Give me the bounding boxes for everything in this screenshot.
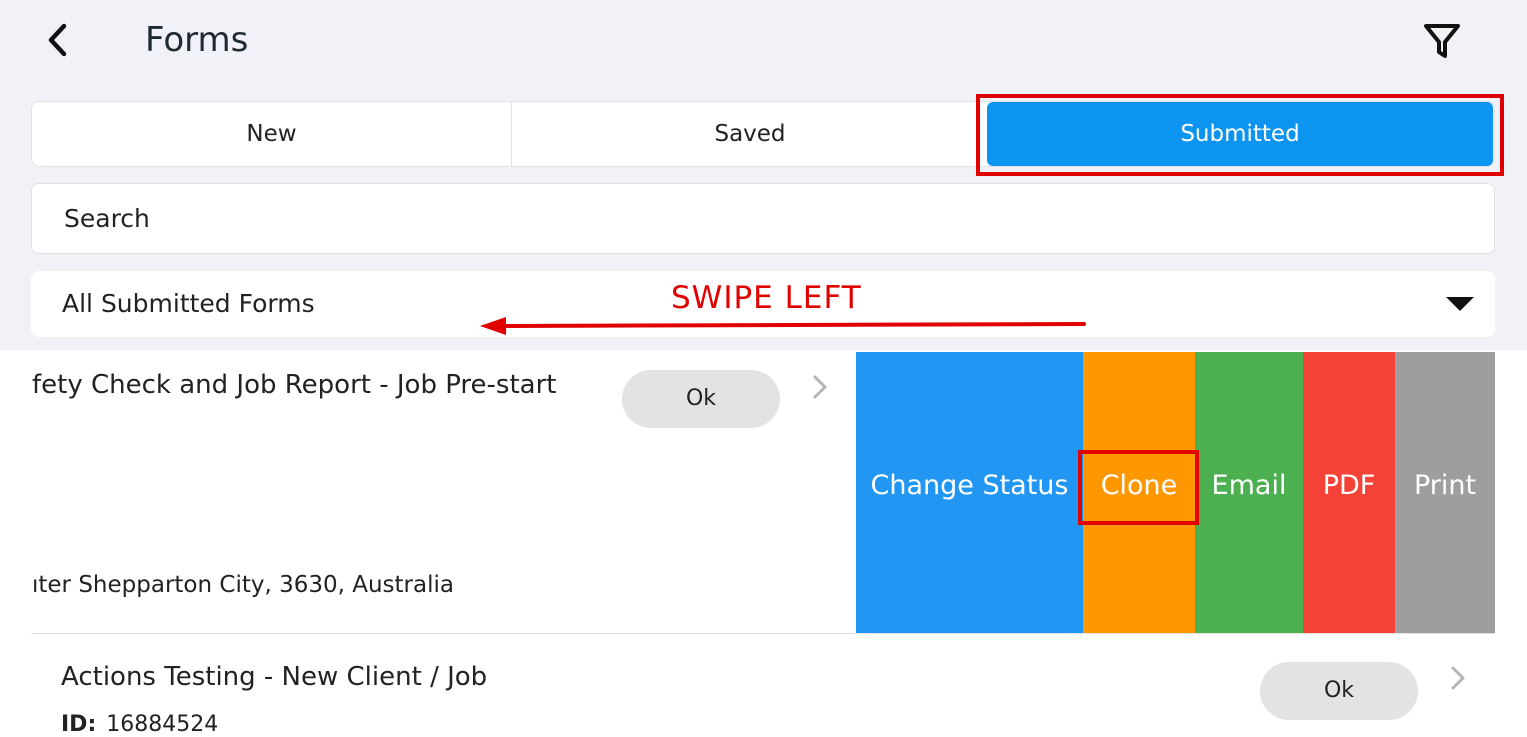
filter-icon[interactable]	[1420, 18, 1464, 62]
form-title: Actions Testing - New Client / Job	[61, 662, 488, 692]
form-title: fety Check and Job Report - Job Pre-star…	[32, 370, 557, 400]
chevron-right-icon	[813, 375, 827, 399]
pdf-button[interactable]: PDF	[1303, 352, 1395, 633]
tab-new[interactable]: New	[32, 102, 512, 166]
clone-button[interactable]: Clone	[1083, 352, 1195, 633]
search-input[interactable]: Search	[31, 183, 1495, 254]
segmented-tabs: New Saved Submitted	[31, 101, 1495, 167]
status-badge: Ok	[1260, 662, 1418, 720]
tab-submitted[interactable]: Submitted	[987, 102, 1493, 166]
chevron-left-icon[interactable]	[40, 18, 80, 62]
email-button[interactable]: Email	[1195, 352, 1303, 633]
id-label: ID:	[61, 712, 97, 737]
arrow-left-icon	[480, 317, 1086, 335]
caret-down-icon	[1446, 297, 1474, 311]
tab-saved[interactable]: Saved	[511, 102, 989, 166]
row-divider	[31, 633, 1495, 634]
dropdown-selected-value: All Submitted Forms	[62, 289, 315, 318]
form-address: ıter Shepparton City, 3630, Australia	[32, 572, 454, 598]
change-status-button[interactable]: Change Status	[856, 352, 1083, 633]
status-badge: Ok	[622, 370, 780, 428]
print-button[interactable]: Print	[1395, 352, 1495, 633]
form-id: ID: 16884524	[61, 712, 218, 737]
swipe-annotation-label: SWIPE LEFT	[671, 280, 862, 316]
id-value: 16884524	[106, 712, 219, 737]
page-title: Forms	[145, 20, 249, 60]
chevron-right-icon	[1451, 666, 1465, 690]
search-placeholder: Search	[64, 204, 150, 233]
